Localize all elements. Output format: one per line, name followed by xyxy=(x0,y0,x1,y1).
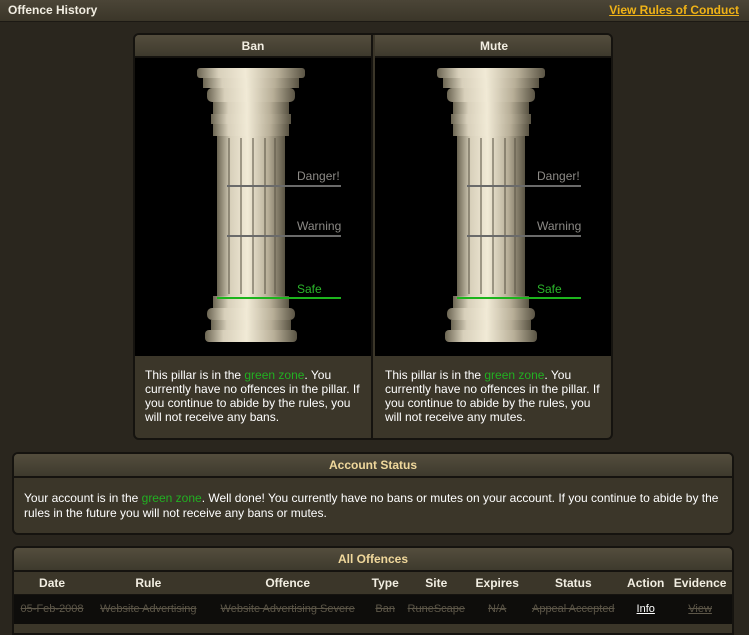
danger-label: Danger! xyxy=(537,169,580,183)
offence-type: Ban xyxy=(368,594,402,624)
column-header-date: Date xyxy=(14,572,91,595)
green-zone-text: green zone xyxy=(244,368,305,382)
all-offences-header: All Offences xyxy=(14,548,732,572)
ban-pillar-panel: Ban Danger! Warning Safe This pillar is … xyxy=(135,35,373,438)
view-evidence-link[interactable]: View xyxy=(688,603,712,615)
column-header-evidence: Evidence xyxy=(668,572,732,595)
offence-evidence-cell: View xyxy=(668,594,732,624)
green-zone-text: green zone xyxy=(484,368,545,382)
top-bar: Offence History View Rules of Conduct xyxy=(0,0,749,22)
account-status-text: Your account is in the green zone. Well … xyxy=(24,491,719,520)
column-header-site: Site xyxy=(401,572,472,595)
offences-header-row: Date Rule Offence Type Site Expires Stat… xyxy=(14,572,732,595)
page-title: Offence History xyxy=(8,3,98,17)
danger-line xyxy=(467,185,581,187)
ban-pillar-graphic: Danger! Warning Safe xyxy=(135,58,371,356)
warning-label: Warning xyxy=(537,219,582,233)
column-header-action: Action xyxy=(623,572,669,595)
offence-site: RuneScape xyxy=(401,594,472,624)
column-header-offence: Offence xyxy=(206,572,369,595)
offence-name: Website Advertising Severe xyxy=(206,594,369,624)
view-rules-link[interactable]: View Rules of Conduct xyxy=(609,3,739,17)
offences-table: Date Rule Offence Type Site Expires Stat… xyxy=(14,572,732,624)
all-offences-panel: All Offences Date Rule Offence Type Site… xyxy=(12,546,734,635)
mute-pillar-description: This pillar is in the green zone. You cu… xyxy=(385,368,600,424)
offence-status: Appeal Accepted xyxy=(523,594,624,624)
pillar-icon xyxy=(197,68,305,342)
offence-action-cell: Info xyxy=(623,594,669,624)
safe-line xyxy=(457,297,581,299)
offence-rule: Website Advertising xyxy=(90,594,207,624)
ban-pillar-header: Ban xyxy=(135,35,371,58)
mute-pillar-graphic: Danger! Warning Safe xyxy=(375,58,611,356)
danger-line xyxy=(227,185,341,187)
danger-label: Danger! xyxy=(297,169,340,183)
green-zone-text: green zone xyxy=(141,491,202,505)
ban-pillar-description: This pillar is in the green zone. You cu… xyxy=(145,368,360,424)
account-status-panel: Account Status Your account is in the gr… xyxy=(12,452,734,535)
offence-date: 05-Feb-2008 xyxy=(14,594,91,624)
table-row: 05-Feb-2008 Website Advertising Website … xyxy=(14,594,732,624)
pillar-icon xyxy=(437,68,545,342)
pillars-panel: Ban Danger! Warning Safe This pillar is … xyxy=(133,33,613,440)
warning-label: Warning xyxy=(297,219,342,233)
column-header-rule: Rule xyxy=(90,572,207,595)
account-status-header: Account Status xyxy=(14,454,732,478)
column-header-expires: Expires xyxy=(471,572,524,595)
column-header-status: Status xyxy=(523,572,624,595)
safe-label: Safe xyxy=(297,282,322,296)
info-link[interactable]: Info xyxy=(637,603,655,615)
safe-label: Safe xyxy=(537,282,562,296)
safe-line xyxy=(217,297,341,299)
offence-expires: N/A xyxy=(471,594,524,624)
column-header-type: Type xyxy=(368,572,402,595)
warning-line xyxy=(467,235,581,237)
mute-pillar-panel: Mute Danger! Warning Safe This pillar is… xyxy=(375,35,611,438)
warning-line xyxy=(227,235,341,237)
mute-pillar-header: Mute xyxy=(375,35,611,58)
